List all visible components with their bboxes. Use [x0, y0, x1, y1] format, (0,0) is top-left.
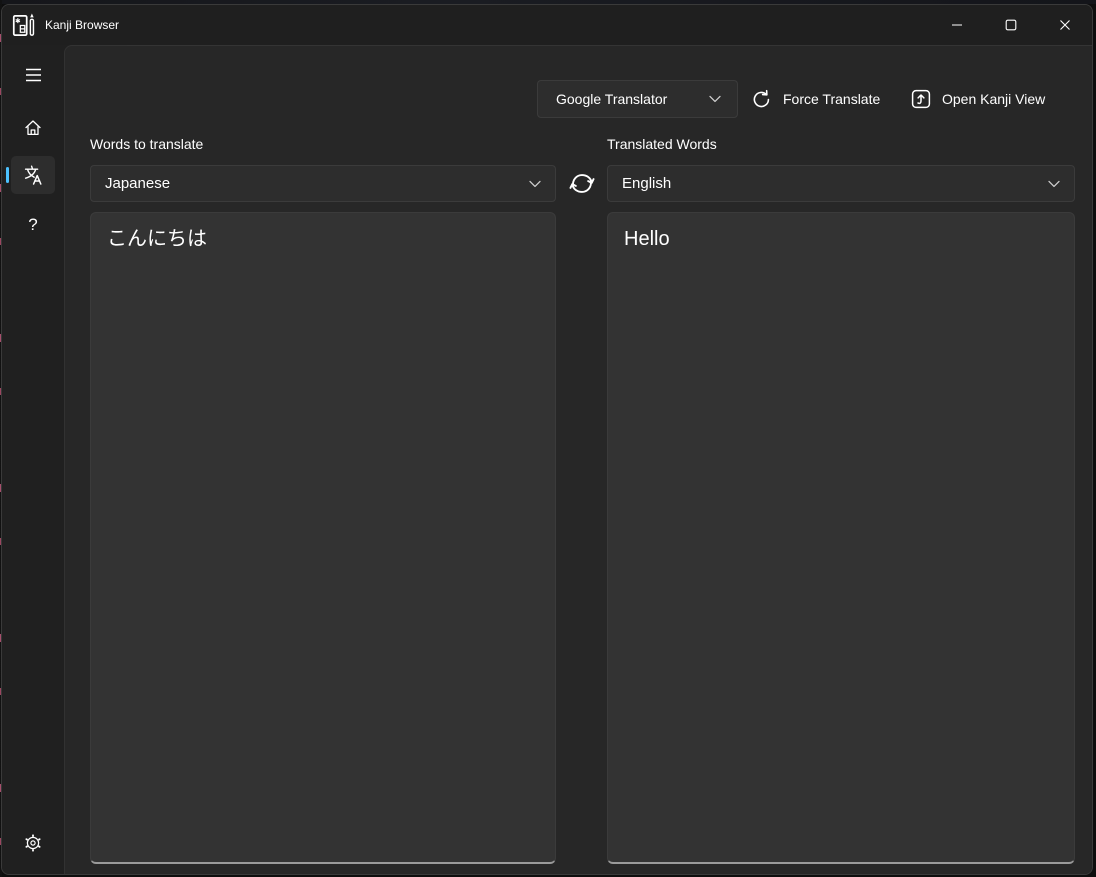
translate-icon [23, 165, 44, 185]
minimize-button[interactable] [930, 5, 984, 45]
hamburger-icon [25, 68, 42, 82]
open-window-icon [911, 89, 931, 109]
caption-buttons [930, 5, 1092, 45]
source-language-select[interactable]: Japanese [90, 165, 556, 202]
maximize-button[interactable] [984, 5, 1038, 45]
swap-icon [566, 169, 598, 198]
target-language-value: English [622, 175, 1048, 192]
maximize-icon [1005, 19, 1017, 31]
target-panel-label: Translated Words [607, 136, 717, 152]
sidebar-menu-button[interactable] [11, 57, 55, 93]
translator-select-value: Google Translator [556, 91, 709, 107]
app-icon [11, 11, 37, 39]
content-area: Google Translator Force Translate [64, 45, 1092, 874]
sidebar-item-home[interactable] [11, 108, 55, 146]
source-panel-label: Words to translate [90, 136, 203, 152]
minimize-icon [951, 19, 963, 31]
source-text-input[interactable]: こんにちは [90, 212, 556, 864]
chevron-down-icon [529, 180, 541, 188]
app-window: Kanji Browser [1, 4, 1093, 875]
refresh-icon [751, 89, 772, 110]
force-translate-label: Force Translate [783, 91, 880, 107]
window-title: Kanji Browser [45, 18, 119, 32]
translated-text-output[interactable]: Hello [607, 212, 1075, 864]
swap-languages-button[interactable] [565, 167, 599, 199]
close-button[interactable] [1038, 5, 1092, 45]
chevron-down-icon [709, 95, 721, 103]
translator-select[interactable]: Google Translator [537, 80, 738, 118]
target-language-select[interactable]: English [607, 165, 1075, 202]
home-icon [24, 119, 42, 136]
close-icon [1059, 19, 1071, 31]
toolbar: Google Translator Force Translate [65, 80, 1092, 118]
sidebar-item-help[interactable]: ? [11, 206, 55, 244]
force-translate-button[interactable]: Force Translate [751, 80, 880, 118]
open-kanji-view-button[interactable]: Open Kanji View [911, 80, 1045, 118]
open-kanji-view-label: Open Kanji View [942, 91, 1045, 107]
selection-indicator [6, 167, 9, 183]
sidebar: ? [2, 45, 64, 874]
help-icon: ? [28, 215, 37, 235]
chevron-down-icon [1048, 180, 1060, 188]
sidebar-item-settings[interactable] [11, 824, 55, 862]
titlebar: Kanji Browser [2, 5, 1092, 45]
source-language-value: Japanese [105, 175, 529, 192]
gear-icon [24, 834, 42, 852]
sidebar-item-translate[interactable] [11, 156, 55, 194]
